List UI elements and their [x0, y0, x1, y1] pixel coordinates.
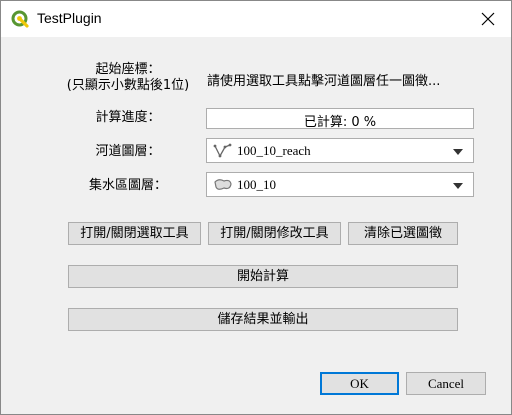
chevron-down-icon	[453, 149, 463, 155]
polygon-layer-icon	[214, 179, 232, 190]
clear-selected-features-button[interactable]: 清除已選圖徵	[348, 222, 458, 245]
catchment-layer-select[interactable]: 100_10	[206, 172, 474, 197]
plugin-dialog: TestPlugin 起始座標： (只顯示小數點後1位) 請使用選取工具點擊河道…	[0, 0, 512, 415]
title-bar: TestPlugin	[1, 1, 511, 37]
qgis-logo-icon	[11, 10, 29, 28]
progress-label: 計算進度：	[95, 110, 161, 125]
start-coord-label: 起始座標： (只顯示小數點後1位)	[66, 62, 190, 93]
window-title: TestPlugin	[37, 10, 102, 26]
ok-button[interactable]: OK	[320, 372, 399, 395]
line-layer-icon	[213, 143, 232, 158]
reach-layer-label: 河道圖層：	[95, 144, 161, 159]
start-calculation-button[interactable]: 開始計算	[68, 265, 458, 288]
catchment-layer-label: 集水區圖層：	[88, 178, 167, 193]
reach-layer-value: 100_10_reach	[237, 143, 311, 158]
chevron-down-icon	[453, 183, 463, 189]
toggle-edit-tool-button[interactable]: 打開/關閉修改工具	[208, 222, 341, 245]
reach-layer-select[interactable]: 100_10_reach	[206, 138, 474, 163]
toggle-select-tool-button[interactable]: 打開/關閉選取工具	[68, 222, 201, 245]
close-button[interactable]	[465, 1, 511, 37]
catchment-layer-value: 100_10	[237, 177, 276, 192]
progress-text: 已計算: 0 %	[303, 115, 377, 130]
cancel-button[interactable]: Cancel	[406, 372, 486, 395]
save-and-export-button[interactable]: 儲存結果並輸出	[68, 308, 458, 331]
start-coord-value: 請使用選取工具點擊河道圖層任一圖徵...	[207, 74, 441, 89]
calc-progress-bar: 已計算: 0 %	[206, 108, 474, 130]
close-icon	[481, 12, 495, 26]
